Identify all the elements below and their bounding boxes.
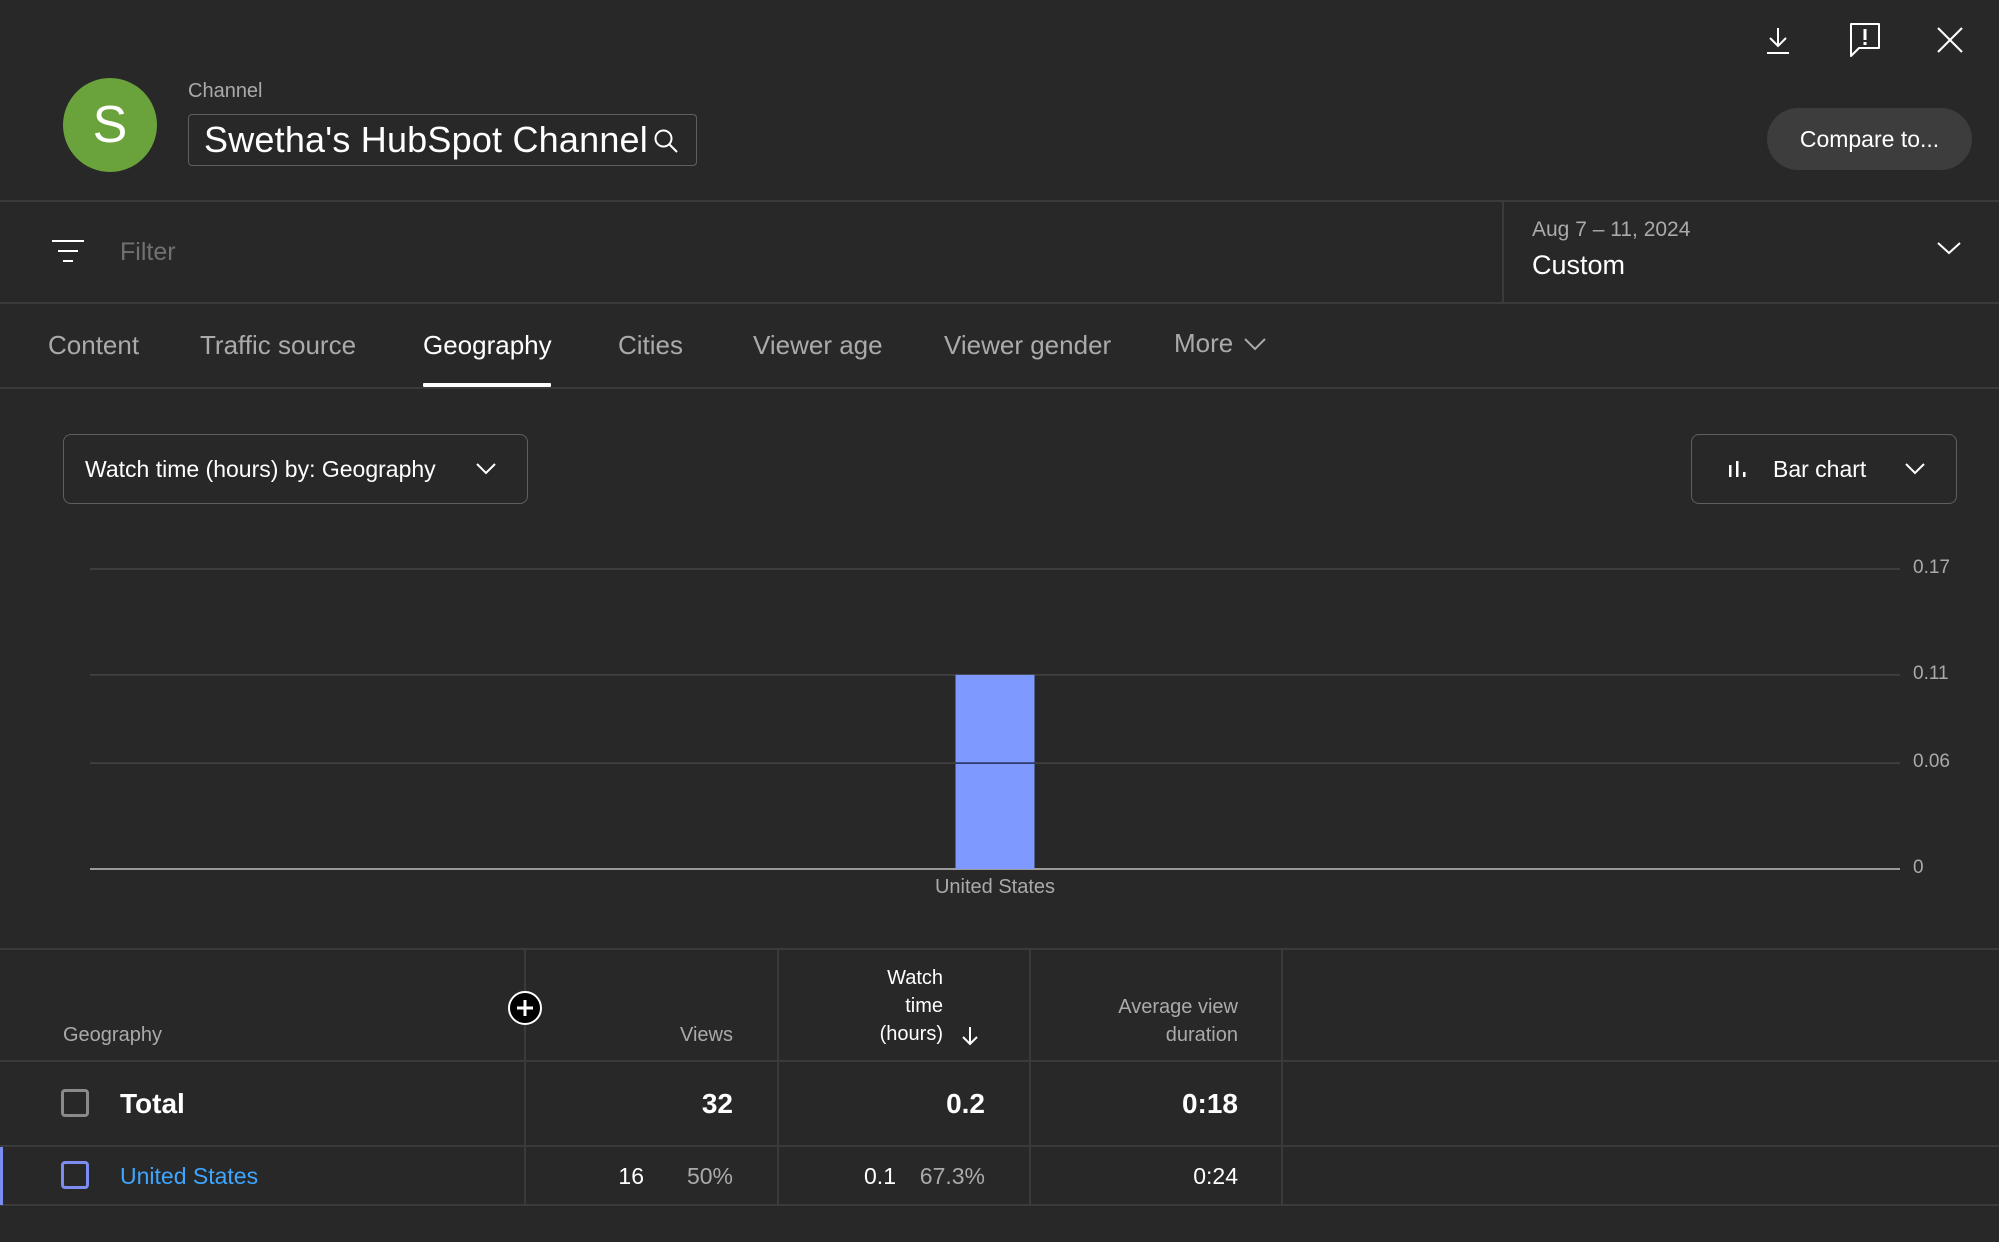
tab-more[interactable]: More [1174, 328, 1267, 359]
chart-type-label: Bar chart [1773, 455, 1867, 482]
channel-label: Channel [188, 80, 263, 102]
search-icon[interactable] [652, 127, 680, 155]
row-color-indicator [0, 1147, 3, 1205]
tab-more-label: More [1174, 328, 1234, 358]
bar-chart-icon [1726, 459, 1748, 479]
close-icon[interactable] [1930, 20, 1970, 60]
y-tick-label: 0.11 [1913, 662, 1949, 684]
tab-geography[interactable]: Geography [423, 330, 552, 361]
total-label: Total [120, 1088, 185, 1119]
total-views: 32 [701, 1088, 733, 1119]
bar[interactable] [955, 674, 1035, 869]
divider [0, 302, 1999, 304]
sort-descending-icon[interactable] [960, 1025, 980, 1047]
avatar-letter: S [92, 96, 128, 154]
column-header-watch-time[interactable]: Watch time (hours) [840, 964, 943, 1048]
row-views: 16 [618, 1163, 644, 1189]
tab-viewer-gender[interactable]: Viewer gender [944, 330, 1111, 361]
tab-viewer-age[interactable]: Viewer age [753, 330, 883, 361]
chevron-down-icon [1243, 337, 1267, 351]
x-tick-label: United States [934, 876, 1056, 898]
column-header-avg-duration-line: Average view [1118, 996, 1238, 1018]
channel-name: Swetha's HubSpot Channel [204, 119, 648, 160]
row-avg-duration: 0:24 [1193, 1163, 1238, 1189]
column-header-watch-time-line: time [905, 995, 943, 1017]
total-avg-duration: 0:18 [1181, 1088, 1238, 1119]
divider [0, 1204, 1999, 1206]
date-range-text: Aug 7 – 11, 2024 [1532, 218, 1691, 241]
divider [0, 948, 1999, 950]
feedback-icon[interactable] [1845, 20, 1885, 60]
tab-content[interactable]: Content [48, 330, 139, 361]
y-tick-label: 0 [1913, 857, 1924, 878]
column-header-watch-time-line: Watch [887, 967, 943, 989]
channel-avatar: S [63, 78, 157, 172]
compare-to-button[interactable]: Compare to... [1767, 108, 1972, 170]
filter-input[interactable]: Filter [120, 238, 176, 267]
chevron-down-icon [1904, 462, 1926, 475]
table-row-total [0, 1062, 1999, 1145]
chevron-down-icon[interactable] [1936, 240, 1962, 256]
add-metric-icon[interactable] [506, 989, 544, 1027]
channel-selector[interactable]: Swetha's HubSpot Channel [188, 114, 697, 166]
chevron-down-icon [475, 462, 497, 475]
y-tick-label: 0.06 [1913, 751, 1950, 773]
column-header-geography[interactable]: Geography [63, 1021, 162, 1049]
table-row[interactable] [0, 1147, 1999, 1204]
bar-chart [90, 568, 1900, 870]
filter-icon[interactable] [50, 236, 86, 266]
tab-traffic-source[interactable]: Traffic source [200, 330, 356, 361]
y-tick-label: 0.17 [1913, 557, 1950, 578]
column-header-views[interactable]: Views [680, 1021, 733, 1049]
column-header-watch-time-line: (hours) [879, 1023, 943, 1045]
metric-select[interactable]: Watch time (hours) by: Geography [63, 434, 528, 504]
row-checkbox[interactable] [61, 1161, 89, 1189]
total-watch-time: 0.2 [946, 1088, 985, 1119]
divider [0, 387, 1999, 389]
row-watch-time-pct: 67.3% [919, 1163, 985, 1189]
column-header-avg-duration-line: duration [1165, 1024, 1238, 1046]
total-checkbox[interactable] [61, 1089, 89, 1117]
row-watch-time: 0.1 [864, 1163, 896, 1189]
date-preset-text: Custom [1532, 250, 1626, 280]
metric-select-label: Watch time (hours) by: Geography [85, 455, 436, 482]
tab-cities[interactable]: Cities [618, 330, 683, 361]
row-views-pct: 50% [686, 1163, 733, 1189]
row-geography-link[interactable]: United States [120, 1163, 258, 1190]
download-icon[interactable] [1758, 20, 1798, 60]
chart-type-select[interactable]: Bar chart [1691, 434, 1957, 504]
column-header-avg-duration[interactable]: Average view duration [1118, 993, 1238, 1049]
